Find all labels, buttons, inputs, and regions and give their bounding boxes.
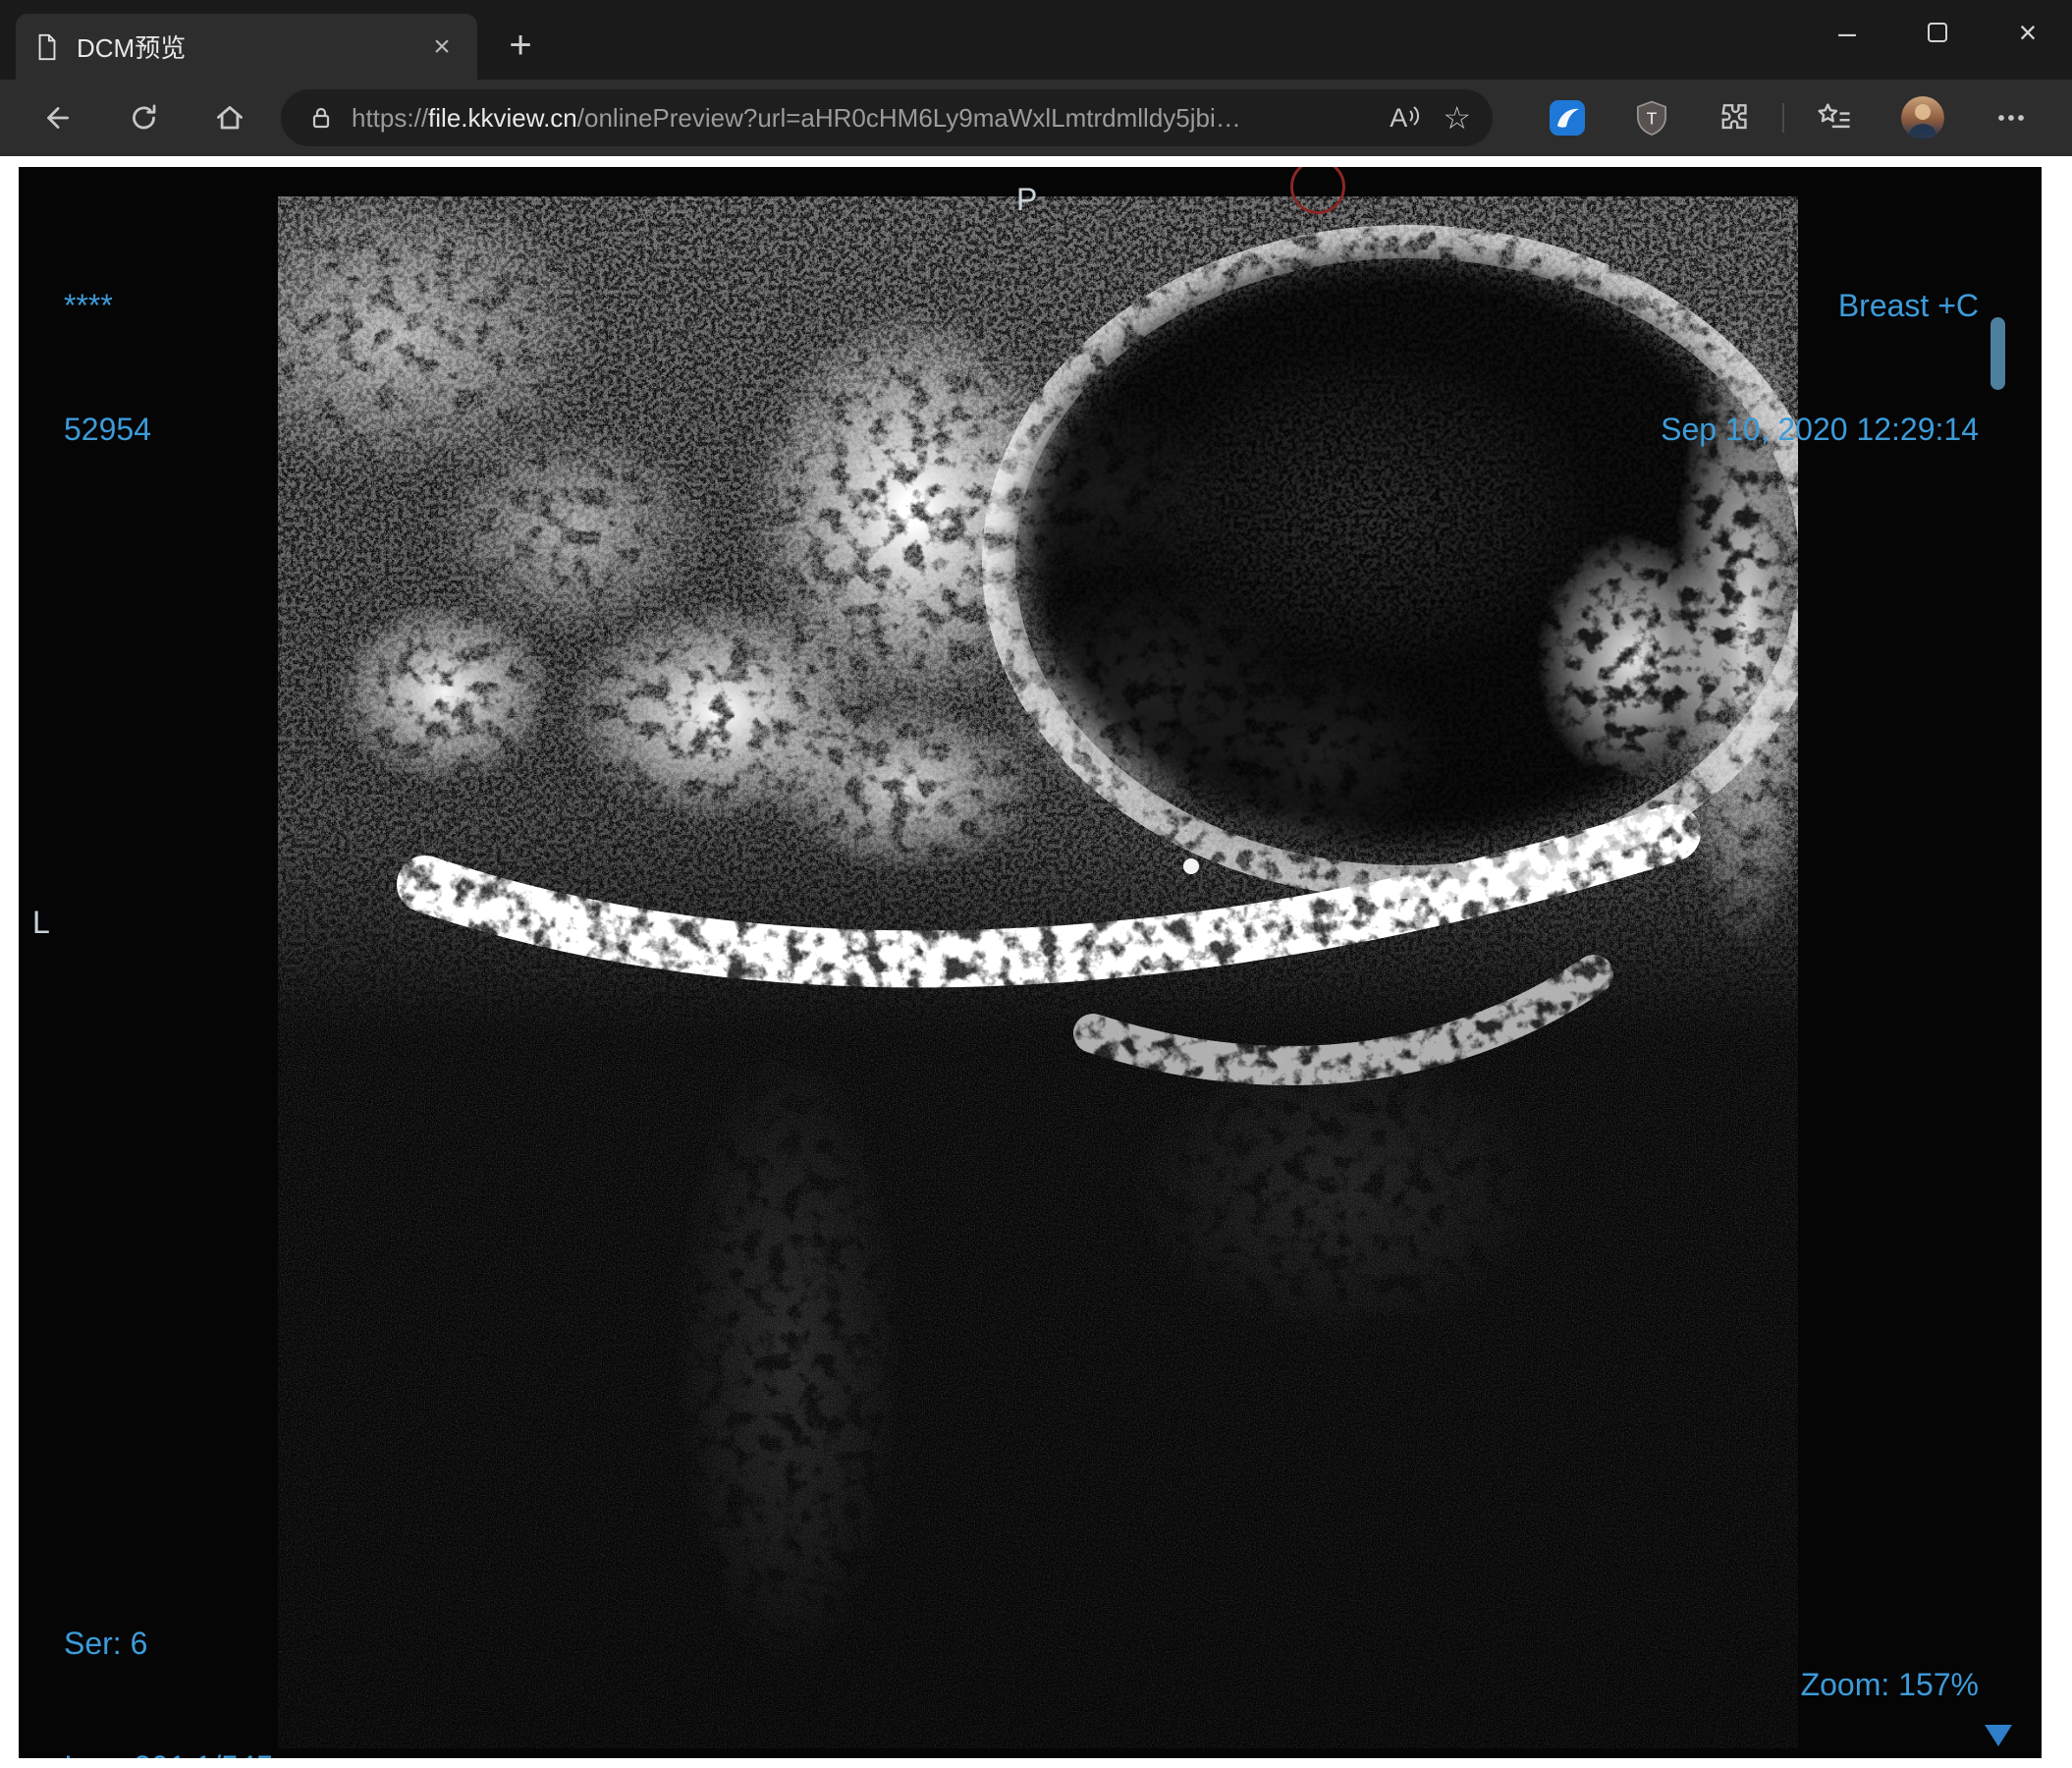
url-path: /onlinePreview?url=aHR0cHM6Ly9maWxlLmtrd… <box>576 102 1241 133</box>
page-content: **** 52954 P Breast +C Sep 10, 2020 12:2… <box>0 156 2072 1768</box>
patient-name-masked: **** <box>64 288 113 323</box>
back-button[interactable] <box>31 92 82 143</box>
url-host: file.kkview.cn <box>428 102 577 133</box>
profile-avatar[interactable] <box>1901 96 1944 139</box>
close-button[interactable]: × <box>1997 2 2058 63</box>
dicom-canvas[interactable]: **** 52954 P Breast +C Sep 10, 2020 12:2… <box>19 167 2042 1758</box>
read-aloud-waves-icon <box>1409 105 1420 126</box>
orientation-marker-left: L <box>32 905 50 940</box>
url-text: https://file.kkview.cn/onlinePreview?url… <box>352 103 1368 134</box>
more-menu-icon <box>1998 115 2024 121</box>
svg-text:T: T <box>1647 108 1658 128</box>
url-scheme: https:// <box>352 102 429 133</box>
display-info-overlay: Zoom: 157% W: 778 L: 389 Lossless / Unco… <box>1619 1581 1979 1758</box>
more-menu-button[interactable] <box>1986 92 2037 143</box>
extensions-button[interactable] <box>1709 92 1760 143</box>
toolbar-divider <box>1782 103 1784 133</box>
avatar-image-icon <box>1901 96 1944 139</box>
orientation-marker-top: P <box>1016 182 1038 217</box>
favorite-button[interactable]: ☆ <box>1443 99 1471 137</box>
image-index: Img: 201 1/545 <box>64 1746 512 1758</box>
toolbar: https://file.kkview.cn/onlinePreview?url… <box>0 80 2072 156</box>
new-tab-button[interactable]: + <box>497 26 544 69</box>
address-bar[interactable]: https://file.kkview.cn/onlinePreview?url… <box>281 89 1493 146</box>
study-description: Breast +C <box>1837 288 1979 323</box>
tab-close-icon[interactable]: × <box>424 31 460 62</box>
favorites-hub-icon <box>1818 103 1850 129</box>
lock-icon[interactable] <box>306 103 336 133</box>
home-icon <box>217 106 243 130</box>
read-aloud-button[interactable]: A <box>1390 103 1421 134</box>
minimize-button[interactable]: – <box>1817 2 1878 63</box>
maximize-button[interactable] <box>1907 2 1968 63</box>
back-arrow-icon <box>47 107 69 129</box>
tab-title: DCM预览 <box>77 33 187 63</box>
favorites-button[interactable] <box>1809 92 1860 143</box>
tab-bar: DCM预览 × + – × <box>0 0 2072 80</box>
maximize-icon <box>1928 23 1947 42</box>
scroll-down-arrow-icon[interactable] <box>1985 1725 2012 1746</box>
shield-extension-button[interactable]: T <box>1626 92 1677 143</box>
favorite-star-icon: ☆ <box>1443 100 1471 136</box>
refresh-icon <box>133 104 156 130</box>
patient-id: 52954 <box>64 412 151 447</box>
series-number: Ser: 6 <box>64 1626 148 1661</box>
study-datetime: Sep 10, 2020 12:29:14 <box>1661 412 1979 447</box>
refresh-button[interactable] <box>119 92 170 143</box>
window-controls: – × <box>1817 0 2072 65</box>
document-favicon <box>38 33 56 60</box>
extensions-puzzle-icon <box>1721 104 1747 130</box>
read-aloud-icon: A <box>1390 102 1408 133</box>
stack-scroll-thumb[interactable] <box>1990 317 2005 390</box>
home-button[interactable] <box>204 92 255 143</box>
bird-extension-button[interactable] <box>1542 92 1593 143</box>
mri-image <box>278 196 1798 1748</box>
browser-tab[interactable]: DCM预览 × <box>16 14 477 80</box>
zoom-level: Zoom: 157% <box>1800 1667 1979 1702</box>
bird-extension-icon <box>1550 100 1585 136</box>
shield-extension-icon: T <box>1637 100 1666 136</box>
study-info-overlay: Breast +C Sep 10, 2020 12:29:14 <box>1661 202 1979 532</box>
patient-info-overlay: **** 52954 <box>64 202 151 532</box>
series-info-overlay: Ser: 6 Img: 201 1/545 512 x 512 Loc: 109… <box>64 1540 512 1758</box>
